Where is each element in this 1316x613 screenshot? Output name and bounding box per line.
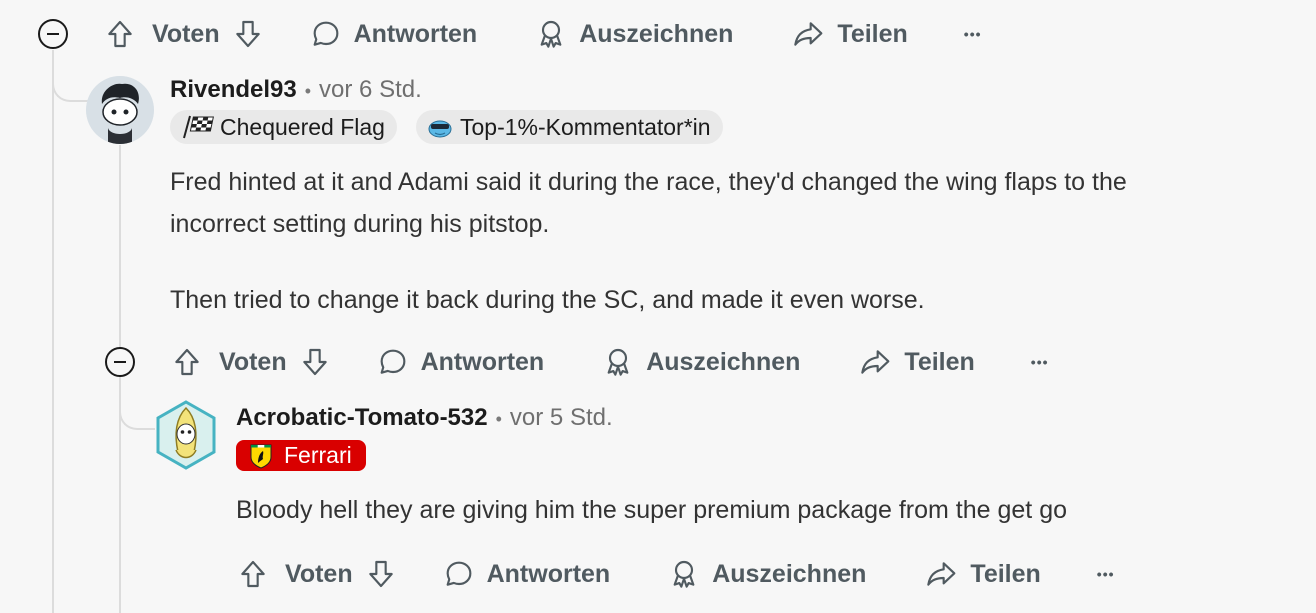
flair-chequered-flag: Chequered Flag — [170, 110, 397, 144]
chequered-flag-icon — [183, 115, 214, 139]
comment-header-rivendel93: Rivendel93 • vor 6 Std. — [170, 76, 422, 104]
reply-label: Antworten — [486, 559, 611, 588]
award-icon — [673, 560, 695, 588]
share-button[interactable]: Teilen — [924, 558, 1041, 590]
share-label: Teilen — [904, 347, 975, 376]
downvote-button[interactable] — [299, 346, 331, 378]
thread-line-root — [52, 50, 54, 613]
comment-body-acrobatic-tomato: Bloody hell they are giving him the supe… — [236, 489, 1067, 531]
reply-button[interactable]: Antworten — [377, 346, 545, 378]
share-button[interactable]: Teilen — [791, 18, 908, 50]
award-icon — [540, 20, 562, 48]
downvote-icon — [235, 20, 260, 48]
ferrari-shield-icon — [250, 444, 272, 469]
share-arrow-icon — [794, 22, 823, 46]
thread-connector-tomato — [119, 380, 155, 430]
more-options-button[interactable]: ••• — [1031, 354, 1049, 370]
reply-button[interactable]: Antworten — [310, 18, 478, 50]
comment-header-acrobatic-tomato: Acrobatic-Tomato-532 • vor 5 Std. — [236, 404, 613, 432]
upvote-button[interactable] — [171, 346, 203, 378]
vote-label: Voten — [285, 559, 353, 588]
downvote-button[interactable] — [232, 18, 264, 50]
flair-label: Chequered Flag — [220, 113, 385, 140]
reply-button[interactable]: Antworten — [443, 558, 611, 590]
more-options-button[interactable]: ••• — [1097, 566, 1115, 582]
share-label: Teilen — [970, 559, 1041, 588]
comment-paragraph: Then tried to change it back during the … — [170, 286, 925, 314]
flair-label: Top-1%-Kommentator*in — [460, 113, 711, 140]
thread-line-rivendel — [119, 145, 121, 613]
reply-label: Antworten — [353, 19, 478, 48]
flair-label: Ferrari — [284, 442, 352, 468]
share-label: Teilen — [837, 19, 908, 48]
flair-top-commenter: Top-1%-Kommentator*in — [416, 110, 723, 144]
vote-label: Voten — [219, 347, 287, 376]
timestamp[interactable]: vor 5 Std. — [510, 404, 613, 432]
username[interactable]: Rivendel93 — [170, 76, 297, 104]
comment-paragraph: Bloody hell they are giving him the supe… — [236, 496, 1068, 524]
comment-bubble-icon — [380, 349, 405, 374]
collapse-thread-button[interactable] — [38, 19, 68, 49]
comment-body-rivendel93: Fred hinted at it and Adami said it duri… — [170, 161, 1127, 321]
separator-dot: • — [304, 81, 312, 101]
award-button[interactable]: Auszeichnen — [535, 18, 733, 50]
thread-connector-rivendel — [52, 50, 88, 102]
top-commenter-icon — [428, 120, 452, 138]
share-button[interactable]: Teilen — [858, 346, 975, 378]
award-button[interactable]: Auszeichnen — [668, 558, 866, 590]
reply-label: Antworten — [420, 347, 545, 376]
snoo-avatar-icon — [86, 76, 154, 144]
action-bar-rivendel93: Voten Antworten Auszeichnen Teilen ••• — [171, 342, 1049, 382]
separator-dot: • — [495, 409, 502, 429]
award-label: Auszeichnen — [712, 559, 867, 588]
avatar-acrobatic-tomato[interactable] — [154, 400, 218, 470]
award-label: Auszeichnen — [579, 19, 734, 48]
upvote-icon — [241, 560, 265, 588]
more-icon: ••• — [1096, 566, 1115, 582]
award-icon — [607, 348, 629, 376]
downvote-button[interactable] — [365, 558, 397, 590]
upvote-button[interactable] — [104, 18, 136, 50]
username[interactable]: Acrobatic-Tomato-532 — [236, 404, 488, 432]
comment-paragraph-line: incorrect setting during his pitstop. — [170, 210, 550, 238]
action-bar-acrobatic-tomato: Voten Antworten Auszeichnen Teilen ••• — [237, 554, 1115, 594]
share-arrow-icon — [927, 562, 956, 586]
comment-paragraph-line: Fred hinted at it and Adami said it duri… — [170, 168, 1127, 196]
collapse-thread-button[interactable] — [105, 347, 135, 377]
award-label: Auszeichnen — [646, 347, 801, 376]
award-button[interactable]: Auszeichnen — [602, 346, 800, 378]
share-arrow-icon — [861, 350, 890, 374]
flair-ferrari: Ferrari — [236, 440, 366, 471]
upvote-icon — [108, 20, 132, 48]
comment-bubble-icon — [446, 561, 471, 586]
timestamp[interactable]: vor 6 Std. — [319, 76, 422, 104]
more-icon: ••• — [1030, 354, 1049, 370]
action-bar-top: Voten Antworten Auszeichnen Teilen ••• — [104, 14, 982, 54]
upvote-button[interactable] — [237, 558, 269, 590]
downvote-icon — [368, 560, 393, 588]
more-options-button[interactable]: ••• — [964, 26, 982, 42]
banana-avatar-icon — [156, 400, 216, 470]
upvote-icon — [175, 348, 199, 376]
comment-bubble-icon — [313, 21, 338, 46]
downvote-icon — [302, 348, 327, 376]
vote-label: Voten — [152, 19, 220, 48]
more-icon: ••• — [963, 26, 982, 42]
avatar-rivendel93[interactable] — [86, 76, 154, 144]
